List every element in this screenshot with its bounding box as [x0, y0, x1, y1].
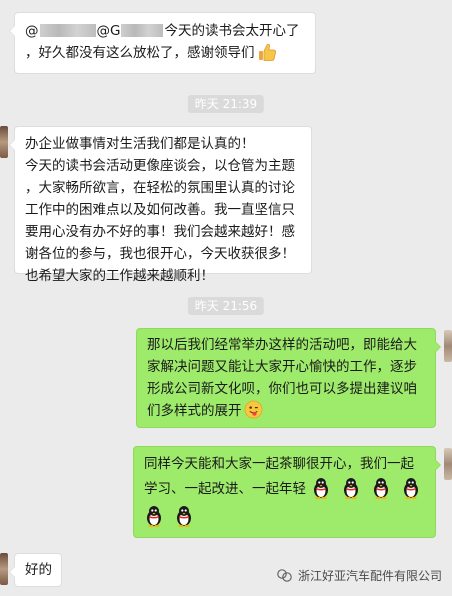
message-line: 谢各位的参与，我也很开心，今天收获很多！ [25, 246, 295, 262]
watermark: 浙江好亚汽车配件有限公司 [277, 567, 442, 584]
penguin-icon [344, 478, 358, 499]
message-text: 们多样式的展开 [147, 403, 242, 419]
penguin-icon [404, 478, 418, 499]
message-line: 家解决问题又能让大家开心愉快的工作，逐步 [147, 359, 417, 375]
redacted-name [39, 24, 96, 37]
message-line: 要用心没有办不好的事！我们会越来越好！感 [25, 224, 295, 240]
message-bubble-incoming[interactable]: 办企业做事情对生活我们都是认真的！ 今天的读书会活动更像座谈会，以仓管为主题 ，… [9, 126, 312, 284]
wechat-official-account-icon [277, 569, 292, 582]
message-line: 同样今天能和大家一起茶聊很开心，我们一起 [144, 456, 414, 472]
message-bubble-outgoing[interactable]: 那以后我们经常举办这样的活动吧，即能给大 家解决问题又能让大家开心愉快的工作，逐… [136, 328, 441, 428]
message-bubble-outgoing[interactable]: 同样今天能和大家一起茶聊很开心，我们一起 学习、一起改进、一起年轻 [133, 446, 441, 538]
message-text: 学习、一起改进、一起年轻 [144, 481, 306, 497]
message-line: ，好久都没有这么放松了，感谢领导们 [25, 42, 305, 64]
avatar[interactable] [0, 126, 8, 158]
avatar[interactable] [0, 553, 8, 585]
message-line: 们多样式的展开 [147, 400, 425, 422]
message-bubble-incoming[interactable]: @ @G 今天的读书会太开心了 ，好久都没有这么放松了，感谢领导们 [9, 12, 316, 74]
message-text: ，好久都没有这么放松了，感谢领导们 [25, 45, 255, 61]
penguin-icon [314, 478, 328, 499]
message-line: 办企业做事情对生活我们都是认真的！ [25, 136, 255, 152]
wink-tongue-icon [244, 400, 262, 419]
mention-at: @ [25, 23, 39, 39]
message-line: @ @G 今天的读书会太开心了 [25, 20, 305, 42]
watermark-text: 浙江好亚汽车配件有限公司 [297, 569, 442, 583]
message-line: 形成公司新文化呗，你们也可以多提出建议咱 [147, 381, 417, 397]
avatar[interactable] [444, 448, 452, 480]
penguin-icon [147, 506, 161, 527]
message-line: 工作中的困难点以及如何改善。我一直坚信只 [25, 202, 295, 218]
message-line: 今天的读书会活动更像座谈会，以仓管为主题 [25, 158, 295, 174]
message-line: 那以后我们经常举办这样的活动吧，即能给大 [147, 337, 417, 353]
mention-at: @G [96, 23, 121, 39]
timestamp: 昨天 21:39 [187, 95, 265, 113]
avatar[interactable] [444, 330, 452, 362]
message-line: ，大家畅所欲言，在轻松的氛围里认真的讨论 [25, 180, 295, 196]
timestamp: 昨天 21:56 [187, 297, 265, 315]
message-line: 也希望大家的工作越来越顺利！ [25, 268, 214, 284]
redacted-name [121, 24, 164, 37]
message-line: 学习、一起改进、一起年轻 [144, 475, 425, 503]
message-bubble-incoming[interactable]: 好的 [9, 553, 62, 587]
thumbs-up-icon [258, 43, 276, 61]
message-line [144, 503, 425, 531]
message-text: 今天的读书会太开心了 [164, 23, 300, 39]
penguin-icon [374, 478, 388, 499]
penguin-icon [177, 506, 191, 527]
message-line: 好的 [25, 562, 52, 578]
